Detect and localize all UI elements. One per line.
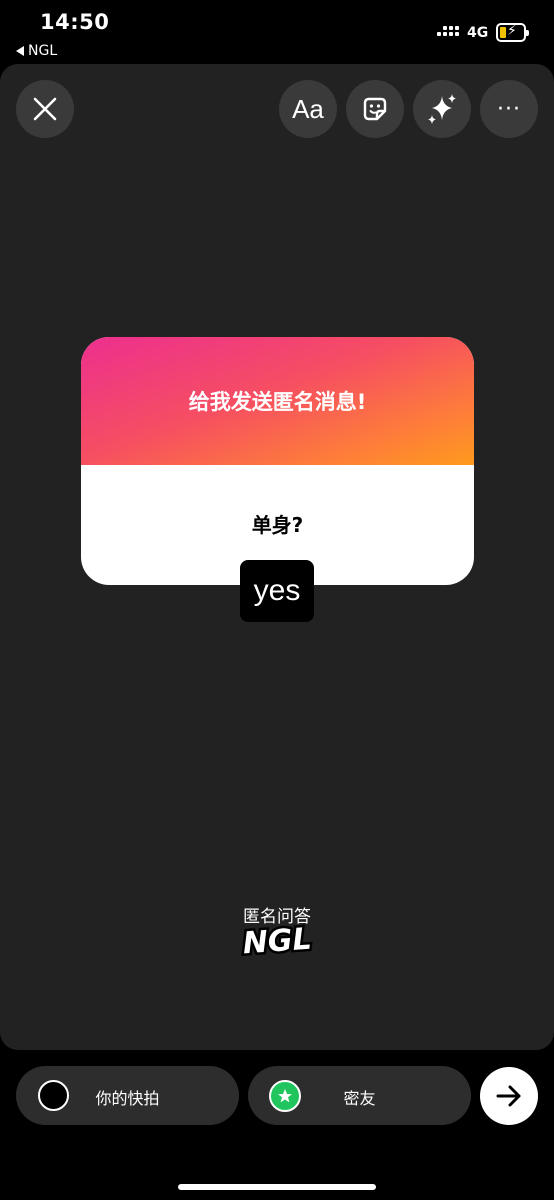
close-friends-button[interactable]: 密友	[248, 1066, 471, 1125]
battery-icon: ⚡	[496, 23, 529, 42]
back-app-label: NGL	[28, 43, 58, 59]
sticker-icon	[363, 97, 387, 121]
sparkles-icon	[428, 94, 456, 124]
next-button[interactable]	[480, 1067, 538, 1125]
card-header: 给我发送匿名消息!	[81, 337, 474, 465]
close-friends-label: 密友	[343, 1089, 376, 1108]
ngl-subtitle: 匿名问答	[243, 907, 311, 927]
home-indicator	[178, 1184, 376, 1190]
back-triangle-icon	[16, 46, 24, 56]
text-tool-button[interactable]: Aa	[279, 80, 337, 138]
network-type: 4G	[467, 25, 489, 41]
story-label: 你的快拍	[95, 1089, 160, 1108]
more-options-button[interactable]: ···	[480, 80, 538, 138]
status-time: 14:50	[40, 10, 110, 34]
text-tool-label: Aa	[292, 93, 324, 124]
arrow-right-icon	[496, 1085, 521, 1107]
story-canvas: Aa ··· 给我发送匿名消息! 单身? yes NGL 匿名问答	[0, 64, 554, 1050]
more-icon: ···	[497, 96, 521, 122]
share-to-story-button[interactable]: 你的快拍	[16, 1066, 239, 1125]
effects-button[interactable]	[413, 80, 471, 138]
back-to-app-link[interactable]: NGL	[16, 43, 57, 59]
status-bar: 14:50 NGL 4G ⚡	[0, 0, 554, 64]
ngl-question-card[interactable]: 给我发送匿名消息! 单身?	[81, 337, 474, 585]
signal-icon	[437, 26, 459, 36]
share-bar: 你的快拍 密友	[0, 1050, 554, 1200]
card-question: 单身?	[251, 512, 304, 537]
close-button[interactable]	[16, 80, 74, 138]
card-title: 给我发送匿名消息!	[188, 390, 367, 414]
svg-text:NGL: NGL	[242, 922, 313, 959]
sticker-button[interactable]	[346, 80, 404, 138]
close-icon	[33, 97, 57, 121]
answer-text-sticker[interactable]: yes	[240, 560, 314, 622]
